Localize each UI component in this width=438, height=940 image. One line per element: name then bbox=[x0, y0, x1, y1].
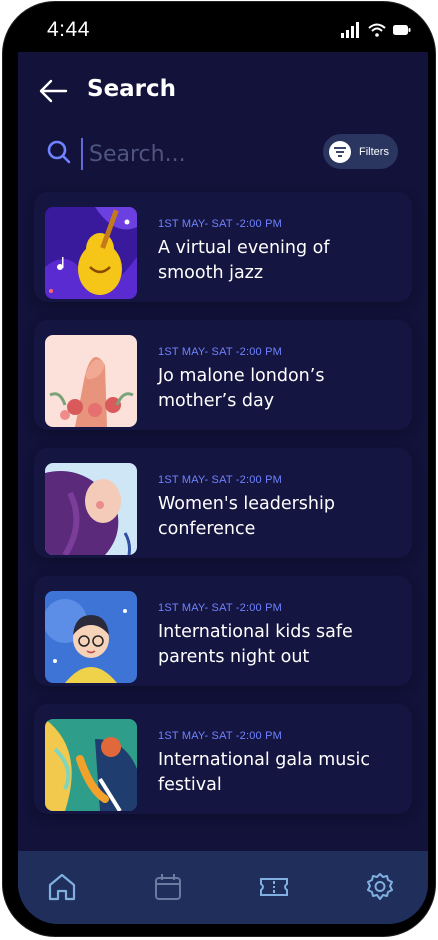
event-title: International gala music festival bbox=[158, 750, 370, 795]
status-icons bbox=[341, 22, 411, 38]
event-image-flowers bbox=[45, 335, 137, 427]
event-date: 1ST MAY- SAT -2:00 PM bbox=[158, 730, 283, 742]
filter-icon bbox=[329, 140, 351, 163]
status-bar: 4:44 bbox=[3, 2, 438, 52]
search-icon bbox=[47, 140, 71, 164]
phone-frame: 4:44 Search Search... Filters 1ST MAY- S… bbox=[3, 2, 435, 936]
home-icon bbox=[48, 873, 76, 901]
wifi-icon bbox=[368, 23, 386, 37]
filters-button[interactable]: Filters bbox=[323, 134, 398, 169]
event-card[interactable]: 1ST MAY- SAT -2:00 PM Women's leadership… bbox=[34, 448, 412, 558]
event-card[interactable]: 1ST MAY- SAT -2:00 PM International gala… bbox=[34, 704, 412, 814]
bottom-nav bbox=[18, 851, 428, 924]
search-bar: Filters bbox=[18, 130, 428, 176]
event-date: 1ST MAY- SAT -2:00 PM bbox=[158, 218, 283, 230]
page-title: Search bbox=[87, 76, 177, 102]
filters-label: Filters bbox=[359, 145, 389, 158]
app-screen: Search Filters bbox=[18, 52, 428, 924]
nav-calendar[interactable] bbox=[152, 871, 184, 903]
back-arrow-icon[interactable] bbox=[38, 78, 68, 104]
event-title: A virtual evening of smooth jazz bbox=[158, 238, 330, 283]
event-title: Women's leadership conference bbox=[158, 494, 335, 539]
battery-icon bbox=[393, 25, 411, 35]
event-image-kid bbox=[45, 591, 137, 683]
nav-tickets[interactable] bbox=[258, 871, 290, 903]
event-date: 1ST MAY- SAT -2:00 PM bbox=[158, 602, 283, 614]
event-image-jazz bbox=[45, 207, 137, 299]
event-card[interactable]: 1ST MAY- SAT -2:00 PM A virtual evening … bbox=[34, 192, 412, 302]
status-time: 4:44 bbox=[47, 18, 90, 41]
ticket-icon bbox=[260, 878, 288, 896]
event-date: 1ST MAY- SAT -2:00 PM bbox=[158, 474, 283, 486]
calendar-icon bbox=[155, 874, 181, 900]
cellular-signal-icon bbox=[341, 22, 359, 38]
event-card[interactable]: 1ST MAY- SAT -2:00 PM Jo malone london’s… bbox=[34, 320, 412, 430]
event-card[interactable]: 1ST MAY- SAT -2:00 PM International kids… bbox=[34, 576, 412, 686]
search-input[interactable] bbox=[81, 138, 301, 170]
header: Search bbox=[18, 52, 428, 132]
nav-settings[interactable] bbox=[364, 871, 396, 903]
event-date: 1ST MAY- SAT -2:00 PM bbox=[158, 346, 283, 358]
event-image-saxophone bbox=[45, 719, 137, 811]
settings-icon bbox=[367, 873, 393, 900]
event-image-woman bbox=[45, 463, 137, 555]
event-title: International kids safe parents night ou… bbox=[158, 622, 353, 667]
event-title: Jo malone london’s mother’s day bbox=[158, 366, 325, 411]
nav-home[interactable] bbox=[46, 871, 78, 903]
